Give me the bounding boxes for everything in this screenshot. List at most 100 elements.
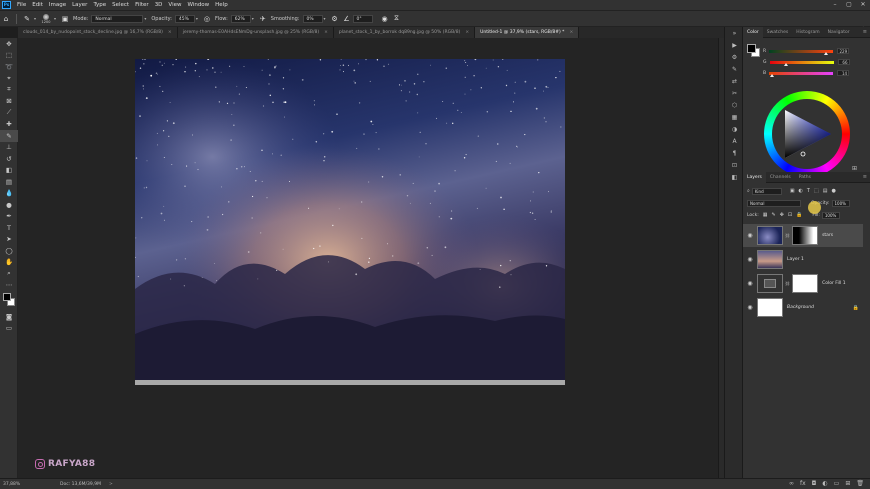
slider-value[interactable]: 229 (837, 48, 850, 54)
maximize-icon[interactable]: ▢ (842, 0, 856, 10)
chevron-down-icon[interactable]: ▾ (144, 16, 146, 21)
slider-knob[interactable] (824, 51, 829, 55)
tab-untitled[interactable]: Untitled-1 @ 37,9% (stars, RGB/8#) * × (475, 27, 580, 38)
brush-panel-icon[interactable]: ✎ (725, 63, 744, 75)
layer-comps-icon[interactable]: ◧ (725, 171, 744, 183)
status-menu-arrow[interactable]: > (109, 482, 113, 487)
adjustment-icon[interactable]: ◐ (822, 480, 827, 487)
brush-tool-icon[interactable]: ✎ (21, 13, 33, 25)
tab-navigator[interactable]: Navigator (824, 27, 854, 38)
character-icon[interactable]: A (725, 135, 744, 147)
chevron-down-icon[interactable]: ▾ (34, 16, 36, 21)
path-select-tool-icon[interactable]: ➤ (0, 234, 18, 246)
tab-clouds[interactable]: clouds_014_by_nudopoint_stock_decline.jp… (18, 27, 178, 38)
crop-tool-icon[interactable]: ⌗ (0, 84, 18, 96)
visibility-eye-icon[interactable]: ◉ (743, 304, 757, 311)
lock-paint-icon[interactable]: ✎ (772, 212, 776, 218)
document-canvas[interactable] (135, 59, 565, 385)
type-filter-icon[interactable]: T (807, 188, 810, 194)
close-icon[interactable]: × (168, 27, 172, 38)
home-icon[interactable]: ⌂ (0, 13, 12, 25)
tab-swatches[interactable]: Swatches (763, 27, 793, 38)
layer-opacity-field[interactable]: 100% (831, 199, 850, 207)
quick-select-tool-icon[interactable]: ⌖ (0, 73, 18, 85)
lasso-tool-icon[interactable]: ➰ (0, 61, 18, 73)
menu-view[interactable]: View (165, 2, 184, 8)
foreground-color-swatch[interactable] (3, 293, 11, 301)
adjustment-filter-icon[interactable]: ◐ (799, 188, 803, 194)
close-icon[interactable]: × (465, 27, 469, 38)
flow-field[interactable]: 62% (230, 14, 251, 23)
type-tool-icon[interactable]: T (0, 222, 18, 234)
more-tools-icon[interactable]: ⋯ (0, 280, 18, 292)
paragraph-icon[interactable]: ¶ (725, 147, 744, 159)
minimize-icon[interactable]: – (828, 0, 842, 10)
history-brush-icon[interactable]: ↺ (0, 153, 18, 165)
adjustments-icon[interactable]: ◑ (725, 123, 744, 135)
zoom-tool-icon[interactable]: ⌕ (0, 268, 18, 280)
3d-icon[interactable]: ⬡ (725, 99, 744, 111)
slider-r[interactable]: R 229 (763, 48, 850, 55)
eyedropper-tool-icon[interactable]: ⟋ (0, 107, 18, 119)
slider-track[interactable] (769, 71, 834, 77)
dodge-tool-icon[interactable]: ● (0, 199, 18, 211)
pressure-opacity-icon[interactable]: ◎ (201, 13, 213, 25)
layer-name[interactable]: Layer 1 (787, 257, 804, 262)
brush-settings-icon[interactable]: ▣ (59, 13, 71, 25)
tools-icon[interactable]: ✂ (725, 87, 744, 99)
tab-color[interactable]: Color (743, 26, 763, 38)
opacity-field[interactable]: 45% (174, 14, 195, 23)
zoom-level[interactable]: 37,88% (0, 482, 20, 487)
visibility-eye-icon[interactable]: ◉ (743, 256, 757, 263)
mode-select[interactable]: Normal (91, 14, 144, 23)
filter-kind-select[interactable]: Kind (751, 187, 782, 195)
collapse-icon[interactable]: » (725, 27, 744, 39)
chain-link-icon[interactable]: ⛓ (785, 233, 790, 238)
menu-file[interactable]: File (14, 2, 29, 8)
quick-mask-icon[interactable]: ◙ (0, 311, 18, 323)
chevron-down-icon[interactable]: ▾ (54, 16, 56, 21)
move-tool-icon[interactable]: ✥ (0, 38, 18, 50)
foreground-color-swatch[interactable] (747, 44, 756, 53)
slider-track[interactable] (769, 49, 834, 55)
layer-name[interactable]: stars (822, 233, 833, 238)
tab-channels[interactable]: Channels (766, 172, 795, 183)
close-icon[interactable]: × (569, 27, 573, 38)
panel-menu-icon[interactable]: ≡ (863, 29, 867, 35)
chevron-down-icon[interactable]: ▾ (324, 16, 326, 21)
marquee-tool-icon[interactable]: ⬚ (0, 50, 18, 62)
chevron-down-icon[interactable]: ▾ (252, 16, 254, 21)
screen-mode-icon[interactable]: ▭ (0, 323, 18, 335)
frame-tool-icon[interactable]: ⊠ (0, 96, 18, 108)
lock-icon[interactable]: 🔒 (853, 305, 859, 311)
properties-icon[interactable]: ▦ (725, 111, 744, 123)
layer-row-background[interactable]: ◉ Background 🔒 (743, 296, 863, 319)
menu-window[interactable]: Window (184, 2, 212, 8)
menu-select[interactable]: Select (109, 2, 132, 8)
close-icon[interactable]: × (324, 27, 328, 38)
menu-type[interactable]: Type (90, 2, 109, 8)
menu-3d[interactable]: 3D (152, 2, 166, 8)
lock-position-icon[interactable]: ✥ (780, 212, 784, 218)
pixel-filter-icon[interactable]: ▣ (790, 188, 795, 194)
tab-layers[interactable]: Layers (743, 171, 766, 183)
fx-icon[interactable]: fx (800, 480, 806, 487)
slider-knob[interactable] (770, 73, 775, 77)
clone-source-icon[interactable]: ⇄ (725, 75, 744, 87)
chain-link-icon[interactable]: ⛓ (785, 281, 790, 286)
trash-icon[interactable]: 🗑 (856, 480, 864, 487)
close-icon[interactable]: ✕ (856, 0, 870, 10)
layer-fill-field[interactable]: 100% (821, 211, 840, 219)
angle-field[interactable]: 0° (352, 14, 373, 23)
layer-name[interactable]: Color Fill 1 (822, 281, 845, 286)
hand-tool-icon[interactable]: ✋ (0, 257, 18, 269)
menu-layer[interactable]: Layer (69, 2, 90, 8)
tab-jeremy[interactable]: jeremy-thomas-E0AHdsENmDg-unsplash.jpg @… (177, 27, 334, 38)
visibility-eye-icon[interactable]: ◉ (743, 232, 757, 239)
slider-g[interactable]: G 66 (763, 59, 850, 66)
eraser-tool-icon[interactable]: ◧ (0, 165, 18, 177)
play-icon[interactable]: ▶ (725, 39, 744, 51)
slider-value[interactable]: 14 (837, 70, 850, 76)
airbrush-icon[interactable]: ✈ (257, 13, 269, 25)
smart-filter-icon[interactable]: ▤ (823, 188, 828, 194)
